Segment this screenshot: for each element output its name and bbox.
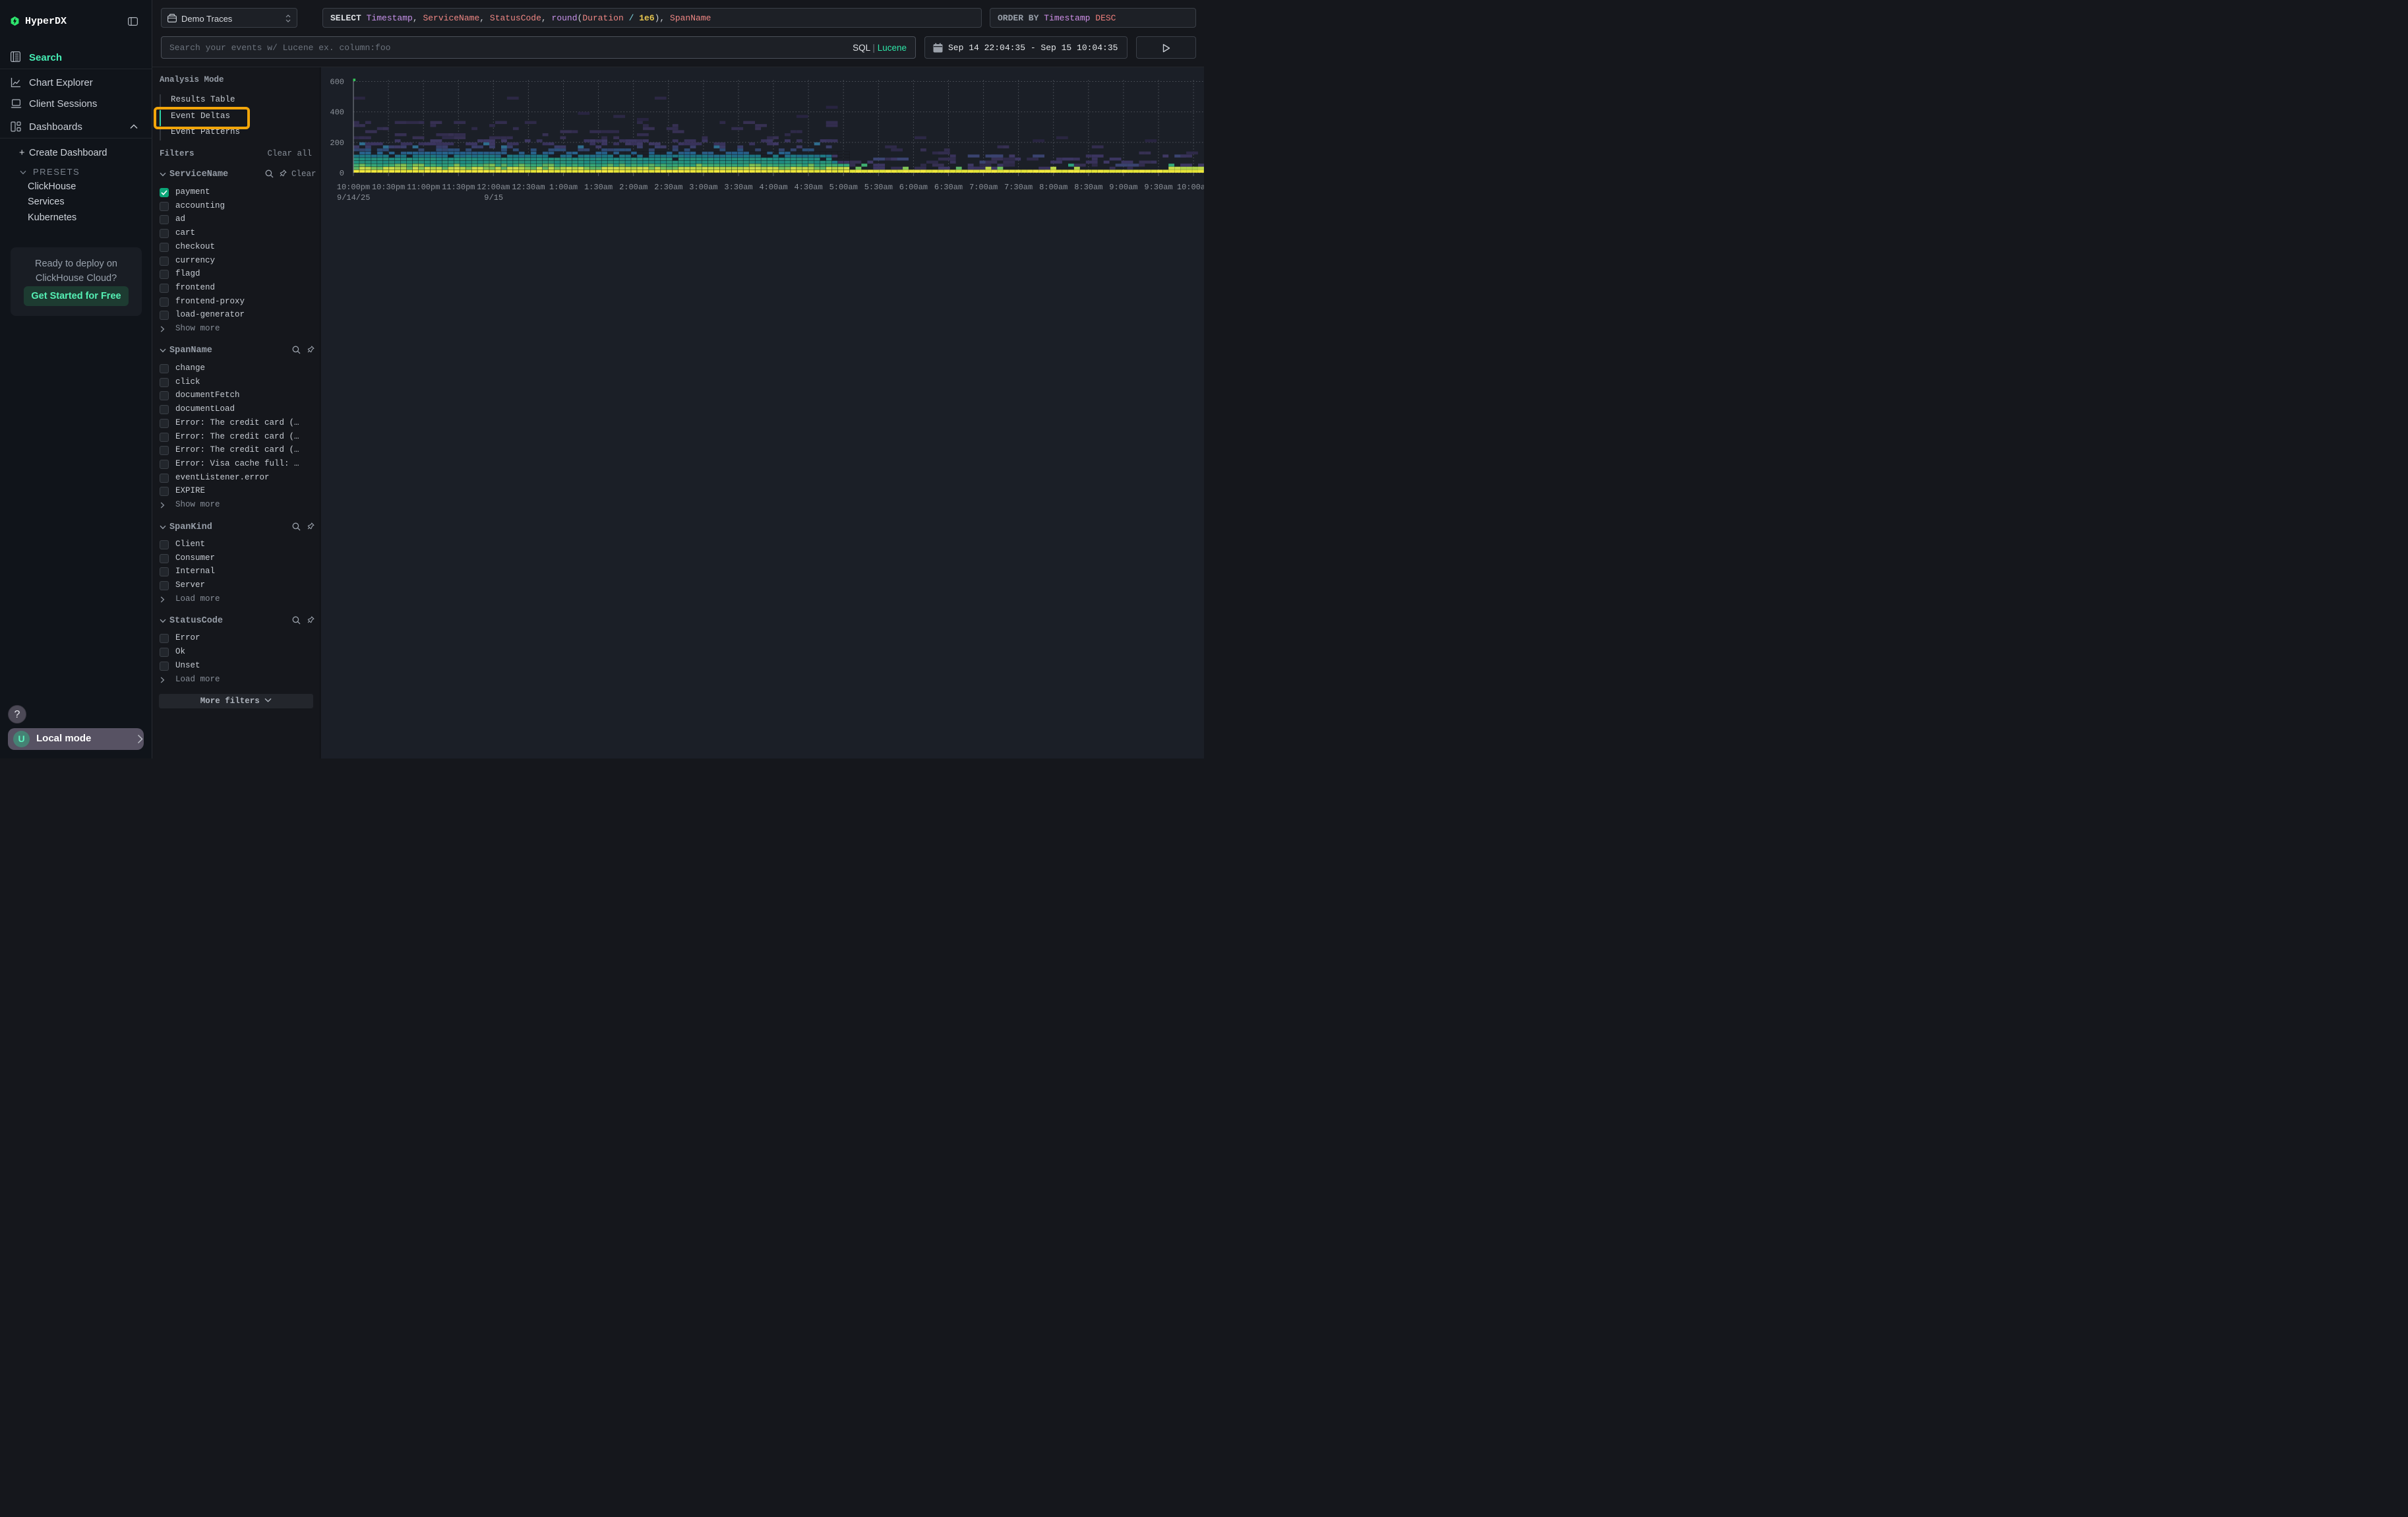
svg-text:9/14/25: 9/14/25 xyxy=(337,193,370,202)
svg-text:10:00am: 10:00am xyxy=(1177,183,1204,192)
svg-text:600: 600 xyxy=(330,78,344,87)
svg-text:1:00am: 1:00am xyxy=(549,183,578,192)
svg-text:2:00am: 2:00am xyxy=(619,183,647,192)
svg-text:3:30am: 3:30am xyxy=(724,183,752,192)
svg-text:5:30am: 5:30am xyxy=(864,183,893,192)
svg-text:1:30am: 1:30am xyxy=(584,183,613,192)
svg-text:11:30pm: 11:30pm xyxy=(442,183,475,192)
svg-text:12:00am: 12:00am xyxy=(477,183,510,192)
svg-text:8:30am: 8:30am xyxy=(1074,183,1102,192)
svg-text:11:00pm: 11:00pm xyxy=(407,183,440,192)
svg-text:10:30pm: 10:30pm xyxy=(372,183,405,192)
svg-text:3:00am: 3:00am xyxy=(689,183,717,192)
svg-text:9:30am: 9:30am xyxy=(1144,183,1172,192)
svg-text:6:00am: 6:00am xyxy=(899,183,928,192)
svg-text:4:30am: 4:30am xyxy=(794,183,822,192)
svg-text:0: 0 xyxy=(340,169,344,178)
svg-text:6:30am: 6:30am xyxy=(934,183,963,192)
svg-text:9/15: 9/15 xyxy=(484,193,503,202)
svg-text:8:00am: 8:00am xyxy=(1039,183,1068,192)
svg-text:12:30am: 12:30am xyxy=(512,183,545,192)
svg-text:4:00am: 4:00am xyxy=(759,183,787,192)
svg-text:5:00am: 5:00am xyxy=(829,183,858,192)
svg-text:7:30am: 7:30am xyxy=(1004,183,1033,192)
svg-text:9:00am: 9:00am xyxy=(1109,183,1137,192)
svg-text:7:00am: 7:00am xyxy=(969,183,998,192)
svg-text:200: 200 xyxy=(330,139,344,148)
svg-text:400: 400 xyxy=(330,108,344,117)
svg-text:2:30am: 2:30am xyxy=(654,183,682,192)
svg-text:10:00pm: 10:00pm xyxy=(337,183,370,192)
